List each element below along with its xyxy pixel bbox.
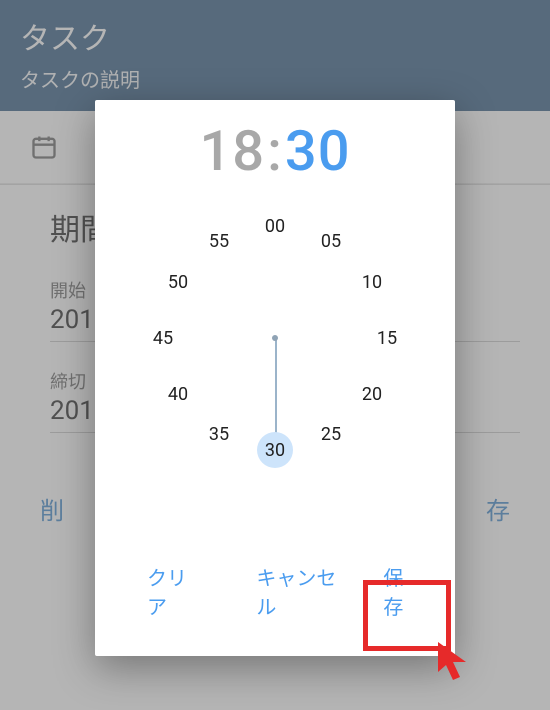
clock-center (272, 335, 278, 341)
clear-button[interactable]: クリア (137, 554, 210, 628)
clock-minute-20[interactable]: 20 (354, 376, 390, 412)
clock-minute-40[interactable]: 40 (160, 376, 196, 412)
time-colon: : (267, 118, 283, 184)
clock-minute-10[interactable]: 10 (354, 264, 390, 300)
time-minute[interactable]: 30 (285, 118, 351, 184)
clock-minute-30[interactable]: 30 (257, 432, 293, 468)
clock-minute-05[interactable]: 05 (313, 223, 349, 259)
clock-minute-25[interactable]: 25 (313, 417, 349, 453)
time-picker-dialog: 18 : 30 00 0510 15 2025 30 3540 45 5055 クリア キャン… (95, 100, 455, 656)
time-display: 18 : 30 (199, 118, 350, 184)
clock-minute-55[interactable]: 55 (201, 223, 237, 259)
dialog-actions: クリア キャンセル 保存 (95, 536, 455, 656)
clock-minute-45[interactable]: 45 (145, 320, 181, 356)
time-hour[interactable]: 18 (199, 118, 265, 184)
clock-minute-15[interactable]: 15 (369, 320, 405, 356)
cancel-button[interactable]: キャンセル (246, 554, 355, 628)
clock-face[interactable]: 00 0510 15 2025 30 3540 45 5055 (145, 208, 405, 468)
clock-minute-35[interactable]: 35 (201, 417, 237, 453)
save-button[interactable]: 保存 (373, 554, 429, 628)
clock-minute-50[interactable]: 50 (160, 264, 196, 300)
clock-minute-00[interactable]: 00 (257, 208, 293, 244)
